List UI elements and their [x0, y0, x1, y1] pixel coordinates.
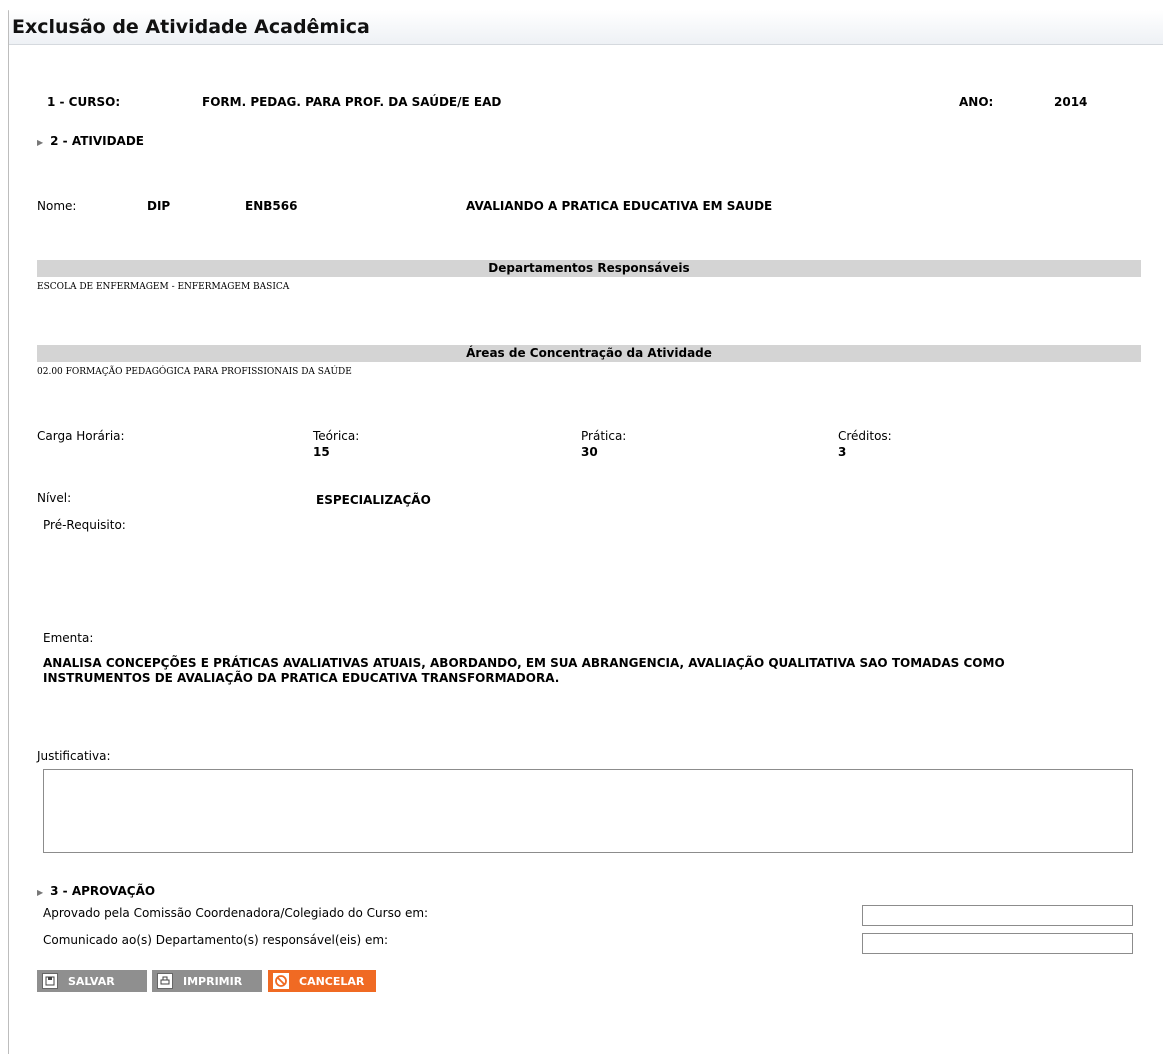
- departamentos-header: Departamentos Responsáveis: [37, 260, 1141, 277]
- section-atividade[interactable]: ▶ 2 - ATIVIDADE: [37, 134, 144, 148]
- justificativa-textarea[interactable]: [43, 769, 1133, 853]
- comunicado-date-input[interactable]: [862, 933, 1133, 954]
- cancelar-label: CANCELAR: [299, 974, 365, 988]
- creditos-label: Créditos:: [838, 429, 892, 443]
- pratica-value: 30: [581, 445, 598, 459]
- section-atividade-label: 2 - ATIVIDADE: [50, 134, 145, 148]
- curso-label: 1 - CURSO:: [47, 95, 121, 109]
- atividade-nome: AVALIANDO A PRATICA EDUCATIVA EM SAUDE: [466, 199, 773, 213]
- page-title: Exclusão de Atividade Acadêmica: [12, 16, 370, 38]
- atividade-codigo: ENB566: [245, 199, 298, 213]
- creditos-value: 3: [838, 445, 847, 459]
- cancelar-button[interactable]: CANCELAR: [268, 970, 376, 992]
- ano-value: 2014: [1054, 95, 1088, 109]
- ano-label: ANO:: [959, 95, 994, 109]
- salvar-button[interactable]: SALVAR: [37, 970, 147, 992]
- teorica-label: Teórica:: [313, 429, 360, 443]
- salvar-label: SALVAR: [68, 974, 115, 988]
- teorica-value: 15: [313, 445, 330, 459]
- atividade-sigla: DIP: [147, 199, 171, 213]
- departamentos-value: ESCOLA DE ENFERMAGEM - ENFERMAGEM BASICA: [37, 282, 290, 292]
- areas-value: 02.00 FORMAÇÃO PEDAGÓGICA PARA PROFISSIO…: [37, 367, 352, 377]
- nivel-label: Nível:: [37, 491, 72, 505]
- nome-label: Nome:: [37, 199, 77, 213]
- page-frame: [8, 10, 1163, 1054]
- print-icon: [157, 973, 173, 989]
- pratica-label: Prática:: [581, 429, 627, 443]
- save-icon: [42, 973, 58, 989]
- nivel-value: ESPECIALIZAÇÃO: [316, 493, 431, 507]
- ementa-label: Ementa:: [43, 631, 94, 645]
- aprovado-label: Aprovado pela Comissão Coordenadora/Cole…: [43, 906, 429, 920]
- curso-value: FORM. PEDAG. PARA PROF. DA SAÚDE/E EAD: [202, 95, 502, 109]
- carga-label: Carga Horária:: [37, 429, 125, 443]
- aprovado-date-input[interactable]: [862, 905, 1133, 926]
- comunicado-label: Comunicado ao(s) Departamento(s) respons…: [43, 933, 389, 947]
- section-aprovacao-label: 3 - APROVAÇÃO: [50, 884, 156, 898]
- ementa-line2: INSTRUMENTOS DE AVALIAÇÃO DA PRATICA EDU…: [43, 671, 560, 685]
- justificativa-label: Justificativa:: [37, 749, 111, 763]
- prerequisito-label: Pré-Requisito:: [43, 518, 126, 532]
- triangle-right-icon: ▶: [37, 888, 44, 897]
- imprimir-label: IMPRIMIR: [183, 974, 243, 988]
- ementa-line1: ANALISA CONCEPÇÕES E PRÁTICAS AVALIATIVA…: [43, 656, 1005, 670]
- imprimir-button[interactable]: IMPRIMIR: [152, 970, 262, 992]
- cancel-icon: [273, 973, 289, 989]
- areas-header: Áreas de Concentração da Atividade: [37, 345, 1141, 362]
- triangle-right-icon: ▶: [37, 138, 44, 147]
- section-aprovacao[interactable]: ▶ 3 - APROVAÇÃO: [37, 884, 155, 898]
